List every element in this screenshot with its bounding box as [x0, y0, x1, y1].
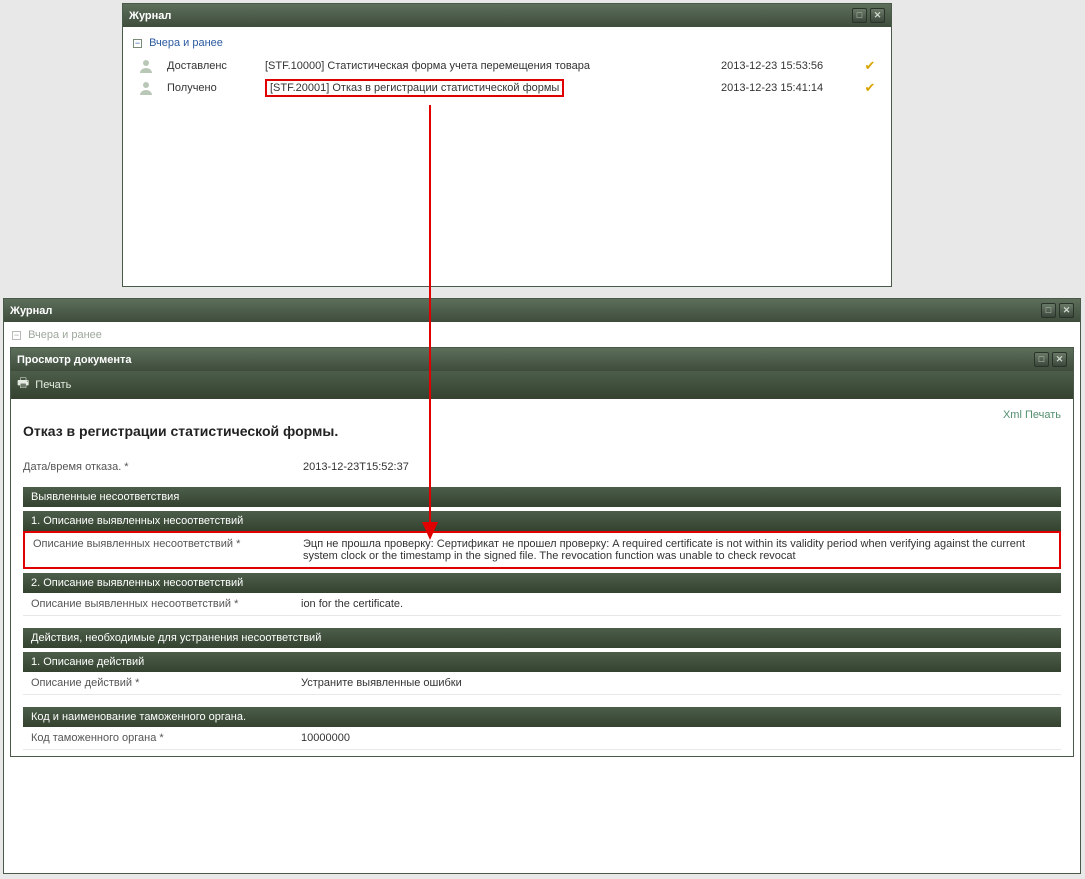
user-icon [133, 80, 159, 96]
xml-print-link[interactable]: Xml Печать [23, 409, 1061, 421]
subsection-header: 1. Описание выявленных несоответствий [23, 511, 1061, 531]
close-icon[interactable]: ✕ [1059, 303, 1074, 318]
journal-panel-bottom: Журнал □ ✕ − Вчера и ранее Просмотр доку… [3, 298, 1081, 874]
panel-title: Журнал [129, 10, 171, 22]
maximize-icon[interactable]: □ [1034, 352, 1049, 367]
document-viewer-panel: Просмотр документа □ ✕ 🖶 Печать Xml Печа… [10, 347, 1074, 757]
collapse-icon: − [12, 331, 21, 340]
highlight-box: [STF.20001] Отказ в регистрации статисти… [265, 79, 564, 97]
status-label: Доставленc [167, 60, 257, 72]
group-label: Вчера и ранее [28, 329, 102, 341]
collapse-icon[interactable]: − [133, 39, 142, 48]
row-timestamp: 2013-12-23 15:53:56 [721, 60, 851, 72]
panel-header: Просмотр документа □ ✕ [11, 348, 1073, 371]
row-description: [STF.10000] Статистическая форма учета п… [265, 60, 713, 72]
section-header: Выявленные несоответствия [23, 487, 1061, 507]
user-icon [133, 58, 159, 74]
viewer-title: Просмотр документа [17, 354, 132, 366]
panel-header: Журнал □ ✕ [4, 299, 1080, 322]
print-button[interactable]: Печать [35, 379, 71, 391]
journal-row[interactable]: Доставленc [STF.10000] Статистическая фо… [131, 55, 883, 77]
field-value: Эцп не прошла проверку: Сертификат не пр… [303, 538, 1051, 562]
maximize-icon[interactable]: □ [852, 8, 867, 23]
print-icon[interactable]: 🖶 [17, 374, 29, 396]
check-icon: ✔ [859, 80, 881, 96]
close-icon[interactable]: ✕ [1052, 352, 1067, 367]
panel-title: Журнал [10, 305, 52, 317]
document-title: Отказ в регистрации статистической формы… [23, 423, 1061, 439]
panel-header: Журнал □ ✕ [123, 4, 891, 27]
group-toggle-dimmed: − Вчера и ранее [10, 326, 1074, 347]
section-header: Действия, необходимые для устранения нес… [23, 628, 1061, 648]
record-row: Код таможенного органа * 10000000 [23, 727, 1061, 750]
journal-row[interactable]: Получено [STF.20001] Отказ в регистрации… [131, 77, 883, 99]
subsection-header: 2. Описание выявленных несоответствий [23, 573, 1061, 593]
record-row: Описание действий * Устраните выявленные… [23, 672, 1061, 695]
journal-panel-top: Журнал □ ✕ − Вчера и ранее Доставленc [S… [122, 3, 892, 287]
field-value: 10000000 [301, 732, 1053, 744]
record-row: Описание выявленных несоответствий * ion… [23, 593, 1061, 616]
maximize-icon[interactable]: □ [1041, 303, 1056, 318]
field-value: ion for the certificate. [301, 598, 1053, 610]
field-label: Описание действий * [31, 677, 301, 689]
check-icon: ✔ [859, 58, 881, 74]
highlighted-record: Описание выявленных несоответствий * Эцп… [23, 531, 1061, 569]
subsection-header: 1. Описание действий [23, 652, 1061, 672]
field-label: Описание выявленных несоответствий * [31, 598, 301, 610]
field-value: Устраните выявленные ошибки [301, 677, 1053, 689]
field-value: 2013-12-23T15:52:37 [303, 461, 1061, 473]
group-label: Вчера и ранее [149, 37, 223, 49]
group-toggle[interactable]: − Вчера и ранее [131, 33, 883, 55]
field-label: Описание выявленных несоответствий * [33, 538, 303, 562]
field-label: Код таможенного органа * [31, 732, 301, 744]
toolbar: 🖶 Печать [11, 371, 1073, 399]
row-timestamp: 2013-12-23 15:41:14 [721, 82, 851, 94]
field-label: Дата/время отказа. * [23, 461, 303, 473]
section-header: Код и наименование таможенного органа. [23, 707, 1061, 727]
status-label: Получено [167, 82, 257, 94]
close-icon[interactable]: ✕ [870, 8, 885, 23]
row-description: [STF.20001] Отказ в регистрации статисти… [265, 82, 713, 94]
